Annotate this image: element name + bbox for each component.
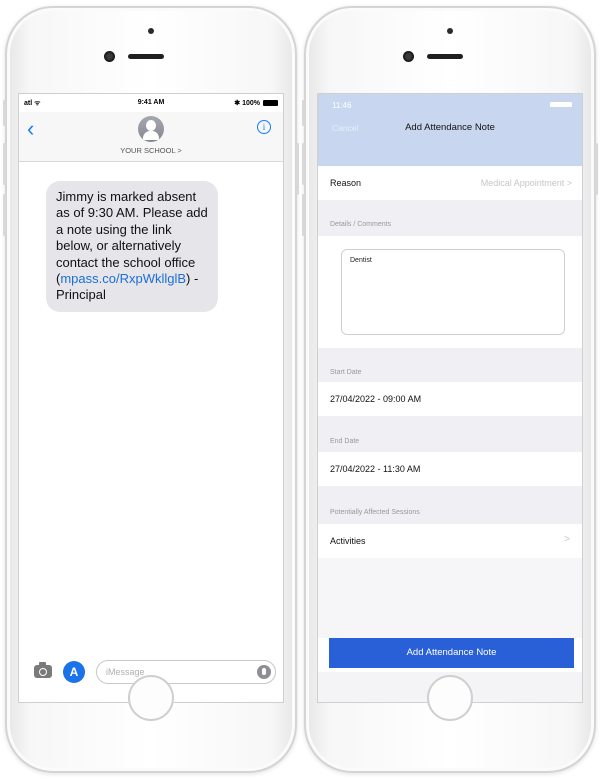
battery-icon	[263, 100, 278, 106]
end-date-row[interactable]: 27/04/2022 - 11:30 AM	[318, 452, 582, 486]
volume-up-button	[3, 143, 6, 185]
front-camera-icon	[104, 51, 115, 62]
camera-icon[interactable]	[34, 662, 52, 678]
empty-space	[318, 558, 582, 638]
proximity-sensor	[148, 28, 154, 34]
start-date-section-header: Start Date	[318, 348, 582, 382]
page-title: Add Attendance Note	[405, 122, 495, 133]
power-button	[595, 143, 598, 195]
message-link[interactable]: mpass.co/RxpWkllglB	[60, 271, 186, 286]
start-date-section-label: Start Date	[330, 369, 362, 376]
messages-screen: atl ᯤ 9:41 AM ✱ 100% ‹ YOUR SCHOOL > i J…	[18, 93, 284, 703]
reason-label: Reason	[330, 178, 362, 188]
end-date-section-label: End Date	[330, 438, 360, 445]
activities-label: Activities	[330, 536, 366, 546]
end-date-section-header: End Date	[318, 416, 582, 452]
microphone-icon[interactable]	[257, 665, 271, 679]
power-button	[296, 143, 299, 195]
phone-left: atl ᯤ 9:41 AM ✱ 100% ‹ YOUR SCHOOL > i J…	[3, 6, 299, 773]
volume-up-button	[302, 143, 305, 185]
back-chevron-icon[interactable]: ‹	[27, 118, 34, 140]
status-bar: 11:46	[318, 94, 582, 118]
volume-down-button	[302, 194, 305, 236]
details-section-header: Details / Comments	[318, 200, 582, 236]
home-button[interactable]	[427, 675, 473, 721]
earpiece-speaker	[128, 54, 164, 59]
appstore-icon[interactable]: A	[63, 661, 85, 683]
front-camera-icon	[403, 51, 414, 62]
add-attendance-note-button[interactable]: Add Attendance Note	[329, 638, 574, 668]
imessage-input[interactable]: iMessage	[96, 660, 276, 684]
sessions-section-label: Potentially Affected Sessions	[330, 509, 420, 516]
proximity-sensor	[447, 28, 453, 34]
status-bar: atl ᯤ 9:41 AM ✱ 100%	[19, 94, 283, 112]
status-time: 11:46	[332, 101, 352, 110]
imessage-placeholder: iMessage	[106, 667, 145, 677]
details-section-label: Details / Comments	[330, 221, 392, 228]
start-date-row[interactable]: 27/04/2022 - 09:00 AM	[318, 382, 582, 416]
conversation-header: ‹ YOUR SCHOOL > i	[19, 112, 283, 162]
mute-switch	[302, 100, 305, 126]
contact-avatar[interactable]	[138, 116, 164, 142]
end-date-value[interactable]: 27/04/2022 - 11:30 AM	[330, 464, 420, 474]
mute-switch	[3, 100, 6, 126]
phone-right: 11:46 Cancel Add Attendance Note Reason …	[302, 6, 598, 773]
battery-icon	[550, 102, 572, 107]
message-bubble: Jimmy is marked absent as of 9:30 AM. Pl…	[46, 181, 218, 312]
earpiece-speaker	[427, 54, 463, 59]
battery-status: ✱ 100%	[234, 99, 278, 107]
sessions-section-header: Potentially Affected Sessions	[318, 486, 582, 524]
details-text: Dentist	[350, 257, 372, 264]
contact-name[interactable]: YOUR SCHOOL >	[19, 146, 283, 155]
reason-value[interactable]: Medical Appointment >	[481, 178, 572, 188]
battery-percent: ✱ 100%	[234, 100, 260, 107]
info-icon[interactable]: i	[257, 120, 271, 134]
details-textarea[interactable]: Dentist	[341, 249, 565, 335]
reason-row[interactable]: Reason Medical Appointment >	[318, 166, 582, 200]
home-button[interactable]	[128, 675, 174, 721]
activities-row[interactable]: Activities >	[318, 524, 582, 558]
attendance-note-screen: 11:46 Cancel Add Attendance Note Reason …	[317, 93, 583, 703]
start-date-value[interactable]: 27/04/2022 - 09:00 AM	[330, 394, 421, 404]
chevron-right-icon: >	[564, 534, 570, 545]
volume-down-button	[3, 194, 6, 236]
